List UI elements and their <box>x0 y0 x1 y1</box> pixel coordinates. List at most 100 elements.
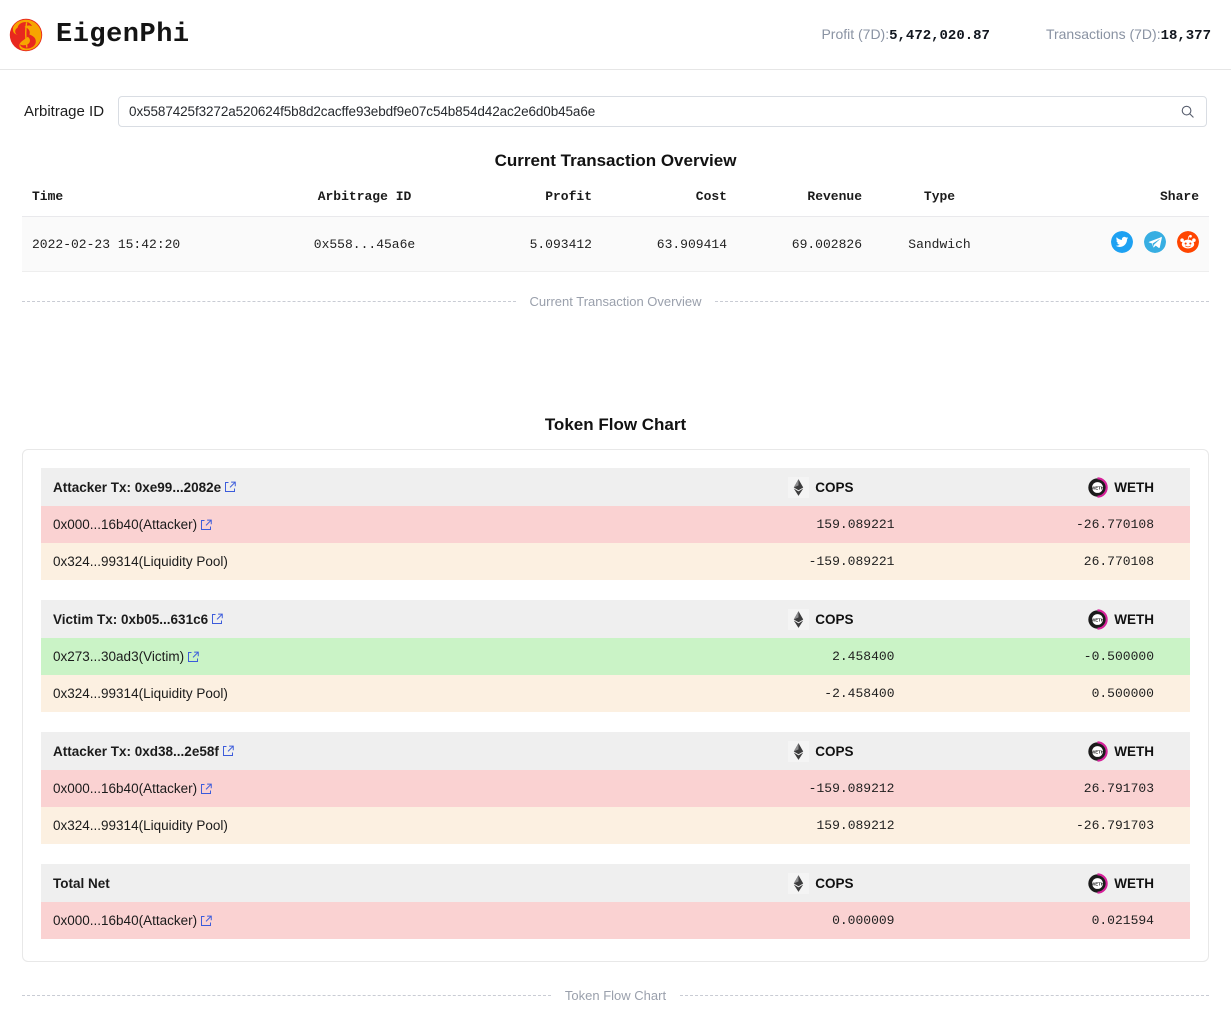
flow-group: Attacker Tx: 0xd38...2e58f COPS WETH WET… <box>41 732 1190 844</box>
flow-row-label[interactable]: 0x273...30ad3(Victim) <box>41 649 641 664</box>
arbitrage-search-row: Arbitrage ID <box>0 70 1231 127</box>
external-link-icon[interactable] <box>187 651 199 663</box>
cell-share <box>1007 216 1209 272</box>
column-header-arbitrage-id: Arbitrage ID <box>277 183 452 217</box>
token-symbol-weth: WETH <box>1114 611 1154 627</box>
flow-group-header-text: Attacker Tx: 0xe99...2082e <box>53 479 222 495</box>
brand-name: EigenPhi <box>56 19 190 50</box>
flow-group: Victim Tx: 0xb05...631c6 COPS WETH WETH … <box>41 600 1190 712</box>
column-header-profit: Profit <box>452 183 602 217</box>
cops-token-icon <box>788 740 810 762</box>
flow-group-header-label[interactable]: Attacker Tx: 0xe99...2082e <box>41 480 641 495</box>
token-symbol-cops: COPS <box>815 743 854 759</box>
flow-row-label-text: 0x324...99314(Liquidity Pool) <box>53 554 228 569</box>
search-button[interactable] <box>1172 98 1202 125</box>
flow-row-label-text: 0x000...16b40(Attacker) <box>53 781 198 796</box>
column-header-revenue: Revenue <box>737 183 872 217</box>
flow-value-cops: 0.000009 <box>832 913 895 928</box>
external-link-icon[interactable] <box>222 745 234 757</box>
flow-value-cops: 159.089221 <box>816 517 895 532</box>
cell-revenue: 69.002826 <box>737 216 872 272</box>
flow-row: 0x324...99314(Liquidity Pool) 159.089212… <box>41 807 1190 844</box>
flow-value-cops: 2.458400 <box>832 649 895 664</box>
token-flow-chart-title: Token Flow Chart <box>544 415 687 434</box>
flow-row-label[interactable]: 0x000...16b40(Attacker) <box>41 781 641 796</box>
flow-group-header-label[interactable]: Attacker Tx: 0xd38...2e58f <box>41 744 641 759</box>
flow-row-label: 0x324...99314(Liquidity Pool) <box>41 818 641 833</box>
flow-row-label: 0x324...99314(Liquidity Pool) <box>41 554 641 569</box>
reddit-share-icon[interactable] <box>1177 231 1199 253</box>
column-header-share: Share <box>1007 183 1209 217</box>
divider-caption: Token Flow Chart <box>564 988 667 1003</box>
flow-value-cops: -2.458400 <box>824 686 895 701</box>
stat-profit-7d: Profit (7D): 5,472,020.87 <box>821 26 990 44</box>
arbitrage-id-input[interactable] <box>129 104 1172 119</box>
flow-row-label-text: 0x324...99314(Liquidity Pool) <box>53 818 228 833</box>
cell-time: 2022-02-23 15:42:20 <box>22 216 277 272</box>
flow-value-weth: -0.500000 <box>1083 649 1154 664</box>
overview-header-row: Time Arbitrage ID Profit Cost Revenue Ty… <box>22 183 1209 217</box>
stat-profit-7d-value: 5,472,020.87 <box>889 27 990 44</box>
column-header-type: Type <box>872 183 1007 217</box>
external-link-icon[interactable] <box>200 783 212 795</box>
cell-type: Sandwich <box>872 216 1007 272</box>
column-header-cost: Cost <box>602 183 737 217</box>
header-stats: Profit (7D): 5,472,020.87 Transactions (… <box>821 26 1211 44</box>
token-symbol-cops: COPS <box>815 875 854 891</box>
cops-token-icon <box>788 476 810 498</box>
twitter-share-icon[interactable] <box>1111 231 1133 253</box>
weth-token-icon: WETH <box>1088 608 1108 630</box>
stat-transactions-7d-value: 18,377 <box>1160 27 1211 44</box>
token-flow-card: Attacker Tx: 0xe99...2082e COPS WETH WET… <box>22 449 1209 962</box>
flow-row-label: 0x324...99314(Liquidity Pool) <box>41 686 641 701</box>
flow-group-header-text: Attacker Tx: 0xd38...2e58f <box>53 743 219 759</box>
flow-group-header-text: Victim Tx: 0xb05...631c6 <box>53 611 209 627</box>
flow-group-header-text: Total Net <box>53 875 110 891</box>
flow-group-header-label[interactable]: Victim Tx: 0xb05...631c6 <box>41 612 641 627</box>
external-link-icon[interactable] <box>224 481 236 493</box>
external-link-icon[interactable] <box>200 915 212 927</box>
flow-value-weth: 26.791703 <box>1083 781 1154 796</box>
stat-profit-7d-label: Profit (7D): <box>821 25 890 42</box>
top-header-bar: EigenPhi Profit (7D): 5,472,020.87 Trans… <box>0 0 1231 70</box>
flow-group-header: Attacker Tx: 0xe99...2082e COPS WETH WET… <box>41 468 1190 506</box>
external-link-icon[interactable] <box>200 519 212 531</box>
cell-cost: 63.909414 <box>602 216 737 272</box>
cops-token-icon <box>788 872 810 894</box>
token-symbol-weth: WETH <box>1114 875 1154 891</box>
external-link-icon[interactable] <box>211 613 223 625</box>
overview-bottom-divider: Current Transaction Overview <box>0 294 1231 309</box>
svg-text:WETH: WETH <box>1091 881 1104 886</box>
flow-row-label[interactable]: 0x000...16b40(Attacker) <box>41 913 641 928</box>
svg-text:WETH: WETH <box>1091 485 1104 490</box>
flow-row-label-text: 0x273...30ad3(Victim) <box>53 649 185 664</box>
arbitrage-search-box[interactable] <box>118 96 1207 127</box>
token-column-weth: WETH WETH <box>942 608 1191 630</box>
table-row[interactable]: 2022-02-23 15:42:20 0x558...45a6e 5.0934… <box>22 216 1209 272</box>
arbitrage-id-label: Arbitrage ID <box>24 103 105 120</box>
token-column-weth: WETH WETH <box>942 740 1191 762</box>
cell-profit: 5.093412 <box>452 216 602 272</box>
stat-transactions-7d: Transactions (7D): 18,377 <box>1046 26 1211 44</box>
divider-line-left <box>22 995 551 996</box>
weth-token-icon: WETH <box>1088 872 1108 894</box>
divider-line-right <box>715 301 1210 302</box>
flow-group-header-label: Total Net <box>41 876 641 891</box>
flow-row: 0x000...16b40(Attacker) -159.089212 26.7… <box>41 770 1190 807</box>
token-column-weth: WETH WETH <box>942 476 1191 498</box>
token-column-cops: COPS <box>641 608 942 630</box>
weth-token-icon: WETH <box>1088 740 1108 762</box>
token-symbol-cops: COPS <box>815 611 854 627</box>
flow-value-weth: 0.021594 <box>1091 913 1154 928</box>
flow-value-cops: -159.089221 <box>808 554 895 569</box>
token-symbol-weth: WETH <box>1114 479 1154 495</box>
cell-arbitrage-id[interactable]: 0x558...45a6e <box>277 216 452 272</box>
flow-value-weth: 26.770108 <box>1083 554 1154 569</box>
flow-row: 0x000...16b40(Attacker) 0.000009 0.02159… <box>41 902 1190 939</box>
weth-token-icon: WETH <box>1088 476 1108 498</box>
brand-logo[interactable]: EigenPhi <box>8 17 190 53</box>
telegram-share-icon[interactable] <box>1144 231 1166 253</box>
svg-text:WETH: WETH <box>1091 749 1104 754</box>
flow-row-label[interactable]: 0x000...16b40(Attacker) <box>41 517 641 532</box>
flow-row-label-text: 0x000...16b40(Attacker) <box>53 517 198 532</box>
